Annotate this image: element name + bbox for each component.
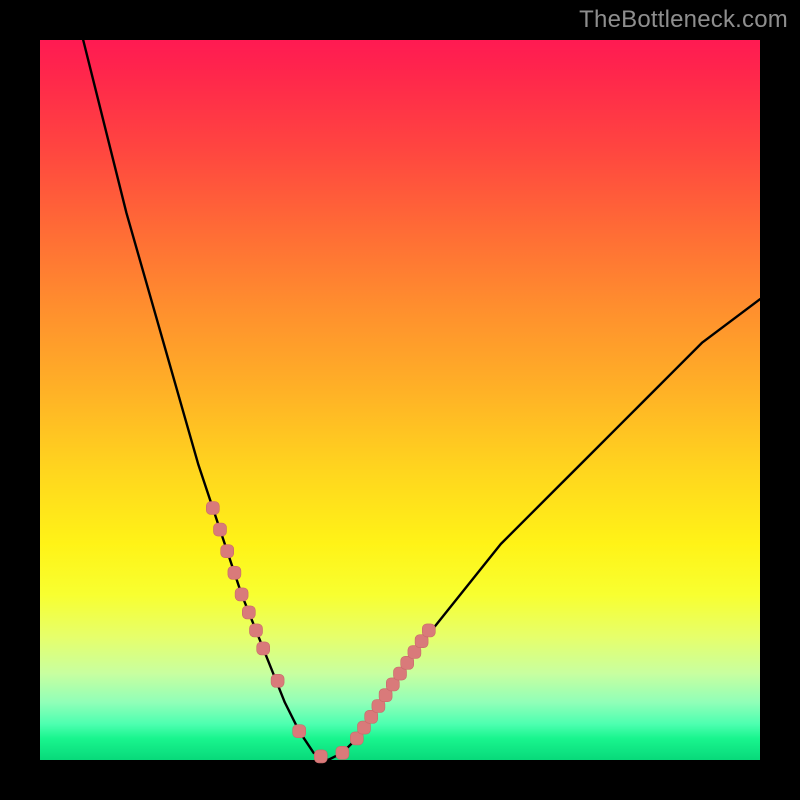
highlight-marker <box>242 606 255 619</box>
highlight-marker <box>257 642 270 655</box>
bottleneck-curve <box>83 40 760 760</box>
highlight-marker <box>336 746 349 759</box>
highlight-marker <box>314 750 327 763</box>
highlight-marker <box>422 624 435 637</box>
chart-frame: TheBottleneck.com <box>0 0 800 800</box>
highlight-marker <box>235 588 248 601</box>
highlight-marker <box>293 725 306 738</box>
highlight-marker <box>271 674 284 687</box>
watermark-text: TheBottleneck.com <box>579 6 788 34</box>
highlight-marker <box>206 502 219 515</box>
curve-svg <box>40 40 760 760</box>
plot-area <box>40 40 760 760</box>
highlight-marker <box>250 624 263 637</box>
highlight-marker <box>228 566 241 579</box>
highlight-markers-group <box>206 502 435 763</box>
highlight-marker <box>221 545 234 558</box>
highlight-marker <box>214 523 227 536</box>
